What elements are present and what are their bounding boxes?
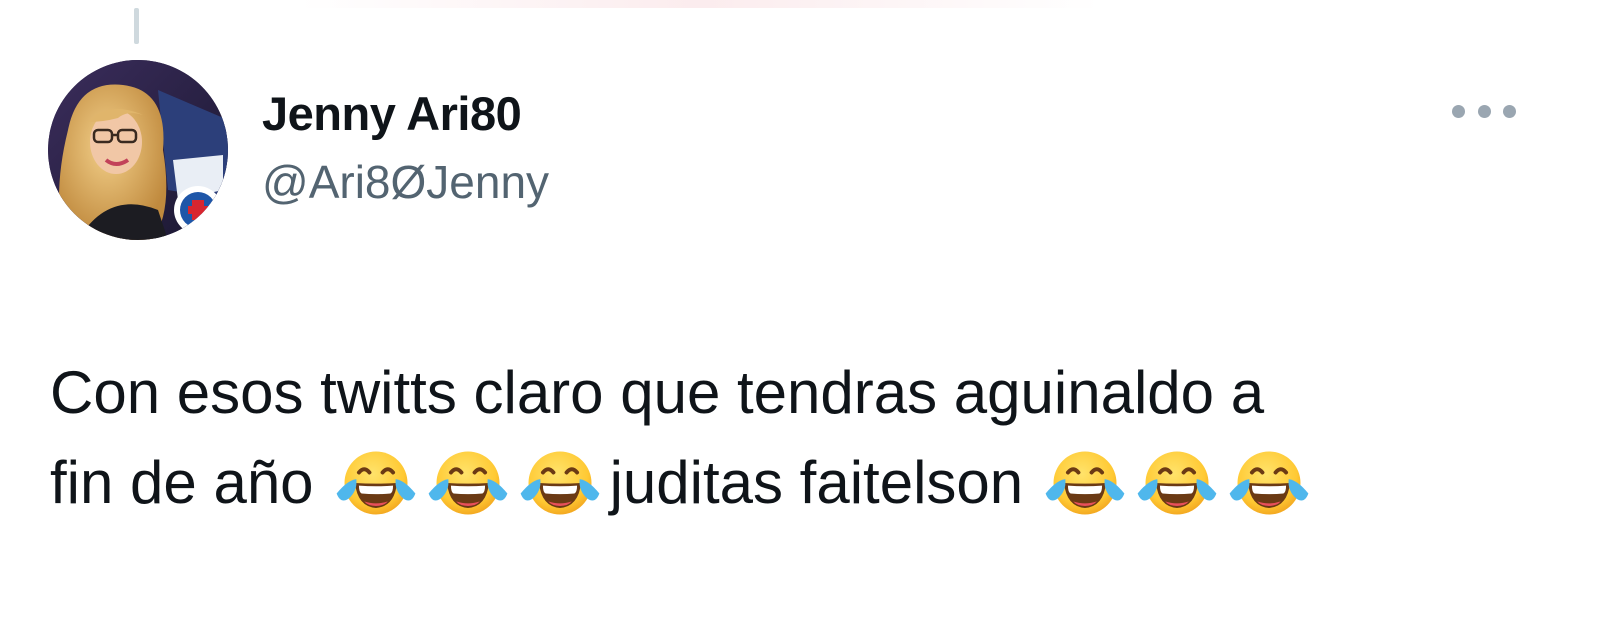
face-with-tears-of-joy-icon: [1137, 451, 1217, 515]
tweet-text-line-1: Con esos twitts claro que tendras aguina…: [50, 359, 1265, 426]
more-options-button[interactable]: [1452, 100, 1516, 122]
emoji-group-1: [334, 441, 610, 525]
display-name[interactable]: Jenny Ari80: [262, 84, 549, 144]
emoji-group-2: [1043, 441, 1319, 525]
avatar[interactable]: [48, 60, 228, 240]
tweet-text-segment-1: fin de año: [50, 449, 314, 516]
face-with-tears-of-joy-icon: [520, 451, 599, 515]
face-with-tears-of-joy-icon: [1045, 451, 1125, 515]
face-with-tears-of-joy-icon: [428, 451, 507, 515]
top-edge-fade: [300, 0, 1100, 8]
thread-connector-line: [134, 8, 139, 44]
tweet-author[interactable]: Jenny Ari80 @Ari8ØJenny: [262, 84, 549, 212]
tweet-line-1: Con esos twitts claro que tendras aguina…: [50, 348, 1550, 438]
tweet-line-2: fin de año juditas faitelson: [50, 438, 1550, 528]
tweet-text-segment-2: juditas faitelson: [609, 449, 1024, 516]
user-handle[interactable]: @Ari8ØJenny: [262, 152, 549, 212]
more-dot: [1503, 104, 1516, 118]
more-dot: [1477, 104, 1491, 118]
face-with-tears-of-joy-icon: [1229, 451, 1309, 515]
avatar-image: [48, 60, 228, 240]
face-with-tears-of-joy-icon: [336, 451, 415, 515]
more-horizontal-icon: [1452, 104, 1465, 118]
tweet-body: Con esos twitts claro que tendras aguina…: [50, 348, 1550, 528]
